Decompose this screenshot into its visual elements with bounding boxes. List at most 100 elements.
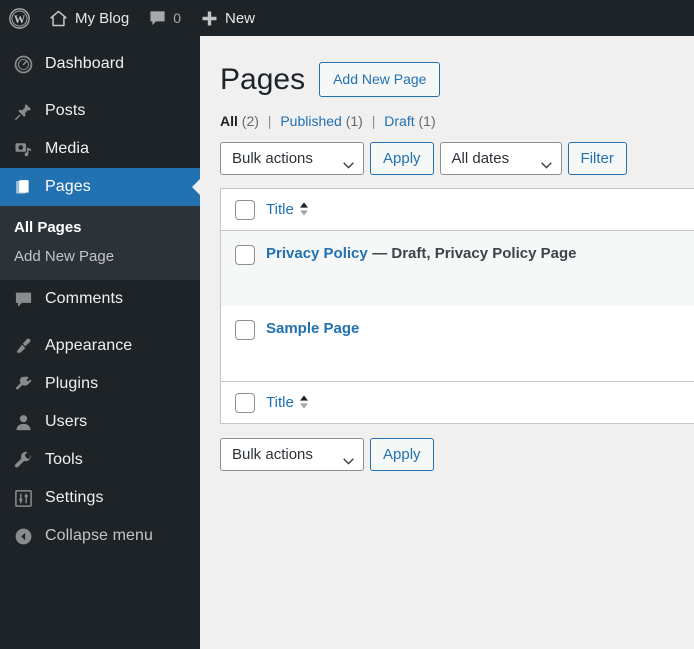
row-select-cell	[221, 320, 266, 340]
sidebar-item-media[interactable]: Media	[0, 130, 200, 168]
menu-separator-1	[0, 83, 200, 92]
sidebar-item-plugins[interactable]: Plugins	[0, 365, 200, 403]
select-all-checkbox-bottom[interactable]	[234, 392, 255, 413]
chevron-down-icon	[540, 156, 552, 169]
comments-menu[interactable]: 0	[139, 0, 191, 36]
row-title-cell: Sample Page	[266, 320, 694, 338]
menu-separator-2	[0, 318, 200, 327]
pages-submenu: All Pages Add New Page	[0, 206, 200, 280]
page-title-link[interactable]: Sample Page	[266, 320, 359, 337]
page-header: Pages Add New Page	[220, 46, 694, 99]
filter-count-published: (1)	[345, 113, 363, 129]
sidebar-label-users: Users	[45, 413, 88, 430]
content-wrap: Pages Add New Page All (2) | Published (…	[200, 36, 694, 471]
sidebar-item-tools[interactable]: Tools	[0, 441, 200, 479]
sidebar-item-users[interactable]: Users	[0, 403, 200, 441]
wp-logo-menu[interactable]: W	[0, 0, 39, 36]
bulk-actions-value-bottom: Bulk actions	[232, 446, 313, 463]
tablenav-bottom: Bulk actions Apply	[220, 438, 694, 471]
table-header-row: Title	[221, 189, 694, 231]
sliders-icon	[11, 487, 35, 509]
site-name-label: My Blog	[75, 9, 130, 27]
collapse-arrow-left-icon	[11, 525, 35, 547]
table-footer-row: Title	[221, 381, 694, 423]
home-icon	[49, 9, 68, 28]
bulk-actions-select-bottom[interactable]: Bulk actions	[220, 438, 364, 471]
row-title-cell: Privacy Policy — Draft, Privacy Policy P…	[266, 245, 694, 263]
sidebar-label-comments: Comments	[45, 290, 124, 307]
column-header-title-top: Title	[266, 201, 694, 219]
column-title-label-top: Title	[266, 200, 294, 218]
sidebar-label-tools: Tools	[45, 451, 83, 468]
select-all-checkbox-top[interactable]	[234, 199, 255, 220]
chevron-down-icon	[343, 156, 354, 169]
sidebar-label-media: Media	[45, 140, 90, 157]
user-icon	[11, 411, 35, 433]
comments-count: 0	[173, 10, 181, 26]
pages-table: Title Privacy Policy — Draft, Privacy Po…	[220, 188, 694, 424]
page-state-label: — Draft, Privacy Policy Page	[372, 245, 577, 262]
sort-arrows-icon	[299, 201, 309, 217]
add-new-page-button[interactable]: Add New Page	[319, 61, 441, 98]
bulk-actions-select-top[interactable]: Bulk actions	[220, 142, 364, 175]
sort-by-title-top[interactable]: Title	[266, 201, 309, 218]
sidebar-item-posts[interactable]: Posts	[0, 92, 200, 130]
table-row: Privacy Policy — Draft, Privacy Policy P…	[221, 231, 694, 306]
filter-link-all[interactable]: All	[220, 113, 238, 129]
dashboard-gauge-icon	[11, 53, 35, 75]
sidebar-label-appearance: Appearance	[45, 337, 133, 354]
wrench-icon	[11, 449, 35, 471]
sidebar-label-collapse-menu: Collapse menu	[45, 527, 154, 544]
sidebar-item-pages[interactable]: Pages	[0, 168, 201, 206]
admin-bar: W My Blog 0 New	[0, 0, 694, 36]
sidebar-label-dashboard: Dashboard	[45, 55, 125, 72]
sidebar-item-settings[interactable]: Settings	[0, 479, 200, 517]
sidebar-item-collapse-menu[interactable]: Collapse menu	[0, 517, 200, 555]
page-title-link[interactable]: Privacy Policy	[266, 245, 368, 262]
new-label: New	[224, 9, 255, 27]
status-filter-links: All (2) | Published (1) | Draft (1)	[220, 113, 694, 129]
wordpress-logo-icon: W	[9, 7, 30, 29]
site-name-menu[interactable]: My Blog	[39, 0, 139, 36]
sort-arrows-icon	[299, 394, 309, 410]
media-camera-music-icon	[11, 138, 35, 160]
plug-icon	[11, 373, 35, 395]
sidebar-label-pages: Pages	[45, 178, 91, 195]
comment-bubble-icon	[149, 10, 166, 27]
sidebar-item-appearance[interactable]: Appearance	[0, 327, 200, 365]
submenu-item-all-pages[interactable]: All Pages	[0, 213, 200, 242]
filter-link-published[interactable]: Published	[280, 113, 342, 129]
main-content: Pages Add New Page All (2) | Published (…	[200, 36, 694, 649]
column-header-title-bottom: Title	[266, 394, 694, 412]
filter-button[interactable]: Filter	[567, 142, 627, 175]
sidebar-label-posts: Posts	[45, 102, 86, 119]
sidebar-label-settings: Settings	[45, 489, 104, 506]
apply-button-top[interactable]: Apply	[370, 142, 434, 175]
sort-by-title-bottom[interactable]: Title	[266, 394, 309, 411]
plus-icon	[201, 10, 218, 27]
select-all-cell-bottom	[221, 392, 266, 413]
filter-count-draft: (1)	[418, 113, 436, 129]
apply-button-bottom[interactable]: Apply	[370, 438, 434, 471]
sidebar-label-plugins: Plugins	[45, 375, 99, 392]
column-title-label-bottom: Title	[266, 393, 294, 411]
paintbrush-icon	[11, 335, 35, 357]
page-title: Pages	[220, 63, 306, 96]
date-filter-select[interactable]: All dates	[439, 142, 562, 175]
comment-bubble-icon	[11, 288, 35, 310]
date-filter-value: All dates	[451, 150, 510, 167]
chevron-down-icon	[343, 452, 354, 465]
sidebar-item-comments[interactable]: Comments	[0, 280, 200, 318]
pushpin-icon	[11, 100, 35, 122]
admin-sidebar: Dashboard Posts Media Pages All Pages Ad…	[0, 36, 201, 649]
row-select-cell	[221, 245, 266, 265]
menu-top-spacer	[0, 36, 200, 45]
filter-link-draft[interactable]: Draft	[384, 113, 414, 129]
sidebar-item-dashboard[interactable]: Dashboard	[0, 45, 200, 83]
table-row: Sample Page	[221, 306, 694, 381]
submenu-item-add-new-page[interactable]: Add New Page	[0, 242, 200, 271]
filter-count-all: (2)	[241, 113, 259, 129]
row-checkbox[interactable]	[234, 245, 255, 265]
row-checkbox[interactable]	[234, 320, 255, 340]
new-content-menu[interactable]: New	[191, 0, 265, 36]
